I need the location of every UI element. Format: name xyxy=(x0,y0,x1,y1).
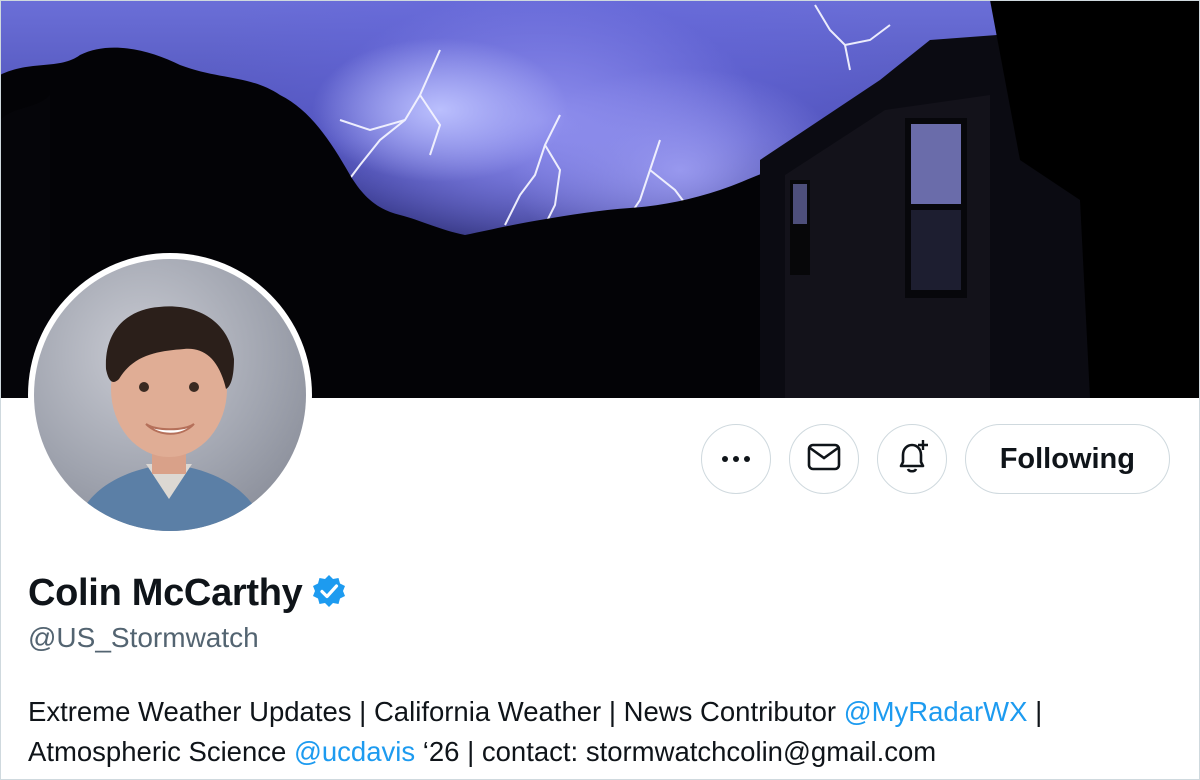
user-handle: @US_Stormwatch xyxy=(28,622,259,653)
bio-text: | xyxy=(1027,696,1043,727)
profile-bio: Extreme Weather Updates | California Wea… xyxy=(28,692,1178,772)
bio-line-2: Atmospheric Science @ucdavis ‘26 | conta… xyxy=(28,732,1178,772)
bio-text: Atmospheric Science xyxy=(28,736,294,767)
bio-text: Extreme Weather Updates | California Wea… xyxy=(28,696,844,727)
display-name: Colin McCarthy xyxy=(28,572,303,614)
following-button[interactable]: Following xyxy=(964,424,1170,494)
message-button[interactable] xyxy=(788,424,859,494)
mention-link-ucdavis[interactable]: @ucdavis xyxy=(294,736,415,767)
more-dots-icon xyxy=(721,450,751,468)
notifications-button[interactable] xyxy=(876,424,947,494)
bell-plus-icon xyxy=(893,438,931,481)
bio-text: ‘26 | contact: stormwatchcolin@gmail.com xyxy=(415,736,937,767)
envelope-icon xyxy=(807,443,841,476)
profile-avatar[interactable] xyxy=(28,253,312,537)
avatar-photo xyxy=(34,259,306,531)
name-row: Colin McCarthy xyxy=(28,572,347,615)
mention-link-myradarwx[interactable]: @MyRadarWX xyxy=(844,696,1028,727)
more-button[interactable] xyxy=(700,424,771,494)
profile-actions: Following xyxy=(700,424,1170,494)
verified-badge-icon[interactable] xyxy=(311,573,347,614)
bio-line-1: Extreme Weather Updates | California Wea… xyxy=(28,692,1178,732)
